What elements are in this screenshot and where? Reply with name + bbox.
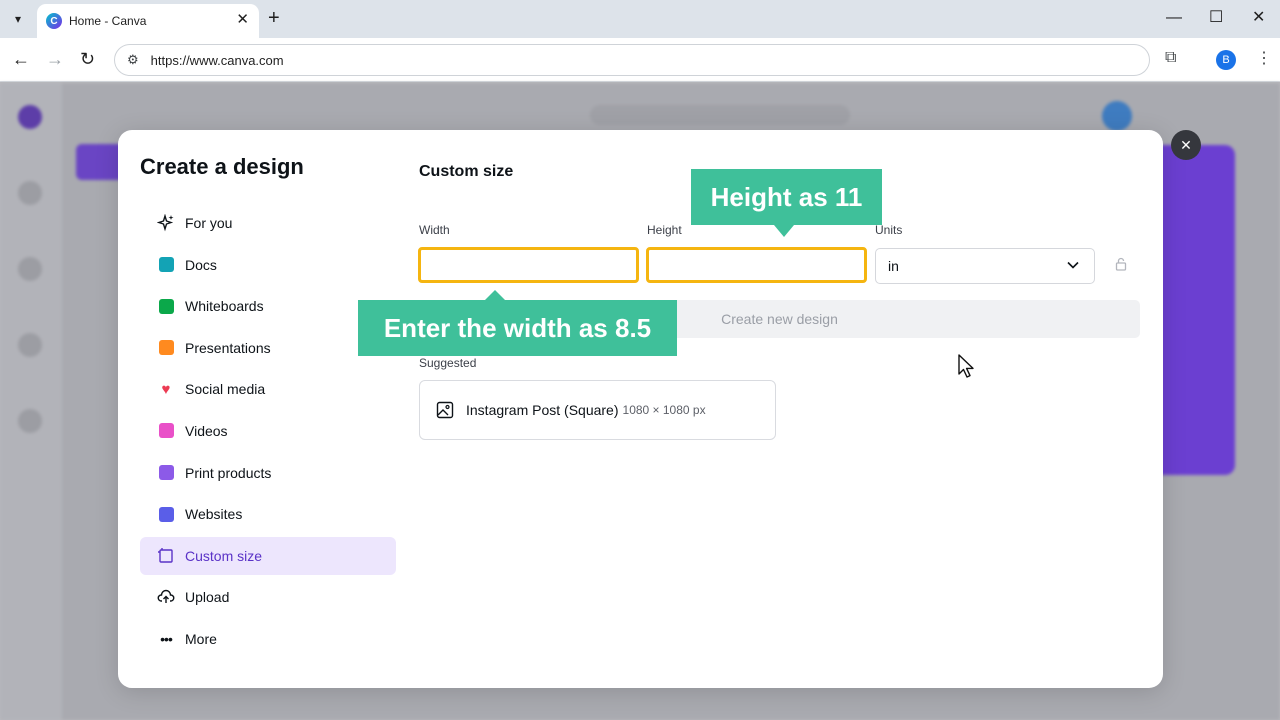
width-label: Width: [419, 223, 450, 237]
tab-close-icon[interactable]: ✕: [236, 12, 249, 28]
extensions-icon[interactable]: ⧉: [1165, 49, 1176, 67]
menu-label: Docs: [185, 256, 217, 273]
maximize-icon[interactable]: ☐: [1209, 9, 1223, 27]
background-banner: [1160, 145, 1235, 475]
menu-item-custom-size[interactable]: Custom size: [140, 536, 396, 575]
design-type-menu: For you Docs Whiteboards Presentations ♥…: [140, 204, 396, 662]
docs-icon: [157, 256, 175, 274]
minimize-icon[interactable]: —: [1166, 9, 1182, 27]
background-sidebar: [0, 83, 62, 720]
forward-icon[interactable]: →: [46, 48, 64, 70]
image-icon: [436, 401, 454, 419]
browser-tab-bar: ▾ C Home - Canva ✕ + — ☐ ✕: [0, 0, 1280, 38]
custom-size-icon: [157, 547, 175, 565]
tab-search-chevron-icon[interactable]: ▾: [7, 8, 29, 30]
menu-label: Whiteboards: [185, 298, 264, 315]
lock-icon[interactable]: [1115, 257, 1127, 274]
menu-label: Social media: [185, 381, 266, 398]
mouse-cursor-icon: [958, 354, 974, 378]
units-label: Units: [875, 223, 903, 237]
menu-item-docs[interactable]: Docs: [140, 246, 396, 284]
sparkle-icon: [157, 214, 175, 232]
profile-avatar[interactable]: B: [1216, 50, 1236, 70]
site-info-icon[interactable]: ⚙: [127, 52, 139, 68]
menu-label: More: [185, 630, 217, 647]
background-nav-icon: [18, 257, 42, 281]
more-icon: •••: [160, 630, 173, 647]
menu-label: Websites: [185, 506, 243, 523]
units-value: in: [888, 258, 899, 274]
canva-favicon-icon: C: [46, 13, 62, 29]
background-nav-icon: [18, 333, 42, 357]
menu-label: Videos: [185, 422, 228, 439]
width-callout: Enter the width as 8.5: [358, 290, 677, 356]
menu-label: For you: [185, 215, 233, 231]
background-create-icon: [18, 105, 42, 129]
menu-label: Print products: [185, 464, 272, 481]
width-input[interactable]: [418, 247, 639, 283]
height-callout: Height as 11: [691, 169, 882, 237]
background-nav-icon: [18, 409, 42, 433]
print-icon: [157, 464, 175, 482]
background-search: [590, 105, 850, 125]
heart-icon: ♥: [161, 380, 171, 398]
menu-label: Presentations: [185, 339, 271, 356]
reload-icon[interactable]: ↻: [80, 48, 95, 70]
tab-title: Home - Canva: [69, 14, 147, 28]
whiteboard-icon: [157, 297, 175, 315]
browser-toolbar: ← → ↻ ⚙ https://www.canva.com ⧉ B ⋮: [0, 38, 1280, 82]
website-icon: [157, 505, 175, 523]
menu-label: Upload: [185, 589, 230, 606]
create-design-modal: Create a design For you Docs Whiteboards…: [118, 130, 1163, 688]
background-nav-icon: [18, 181, 42, 205]
suggested-label: Suggested: [419, 356, 477, 370]
window-close-icon[interactable]: ✕: [1252, 9, 1265, 27]
menu-label: Custom size: [185, 547, 263, 564]
back-icon[interactable]: ←: [12, 48, 30, 70]
background-avatar: [1102, 101, 1132, 131]
height-input[interactable]: [646, 247, 867, 283]
chevron-down-icon: [1067, 261, 1079, 269]
address-bar[interactable]: ⚙ https://www.canva.com: [114, 44, 1150, 76]
menu-item-websites[interactable]: Websites: [140, 495, 396, 533]
height-label: Height: [647, 223, 682, 237]
units-select[interactable]: in: [875, 248, 1095, 284]
modal-title: Create a design: [140, 154, 304, 179]
suggestion-dimensions: 1080 × 1080 px: [622, 403, 706, 417]
menu-item-print-products[interactable]: Print products: [140, 454, 396, 492]
suggestion-name: Instagram Post (Square): [466, 402, 619, 418]
background-logo: [76, 103, 84, 133]
menu-item-upload[interactable]: Upload: [140, 578, 396, 616]
upload-icon: [157, 588, 175, 606]
modal-close-icon[interactable]: ✕: [1171, 130, 1201, 160]
browser-tab[interactable]: C Home - Canva ✕: [37, 4, 259, 38]
menu-item-more[interactable]: ••• More: [140, 620, 396, 658]
menu-item-social-media[interactable]: ♥ Social media: [140, 370, 396, 408]
new-tab-icon[interactable]: +: [268, 8, 280, 28]
suggestion-instagram-post[interactable]: Instagram Post (Square) 1080 × 1080 px: [419, 380, 776, 440]
presentation-icon: [157, 339, 175, 357]
menu-item-videos[interactable]: Videos: [140, 412, 396, 450]
custom-size-title: Custom size: [419, 163, 514, 180]
menu-item-for-you[interactable]: For you: [140, 204, 396, 242]
browser-menu-icon[interactable]: ⋮: [1256, 48, 1272, 68]
video-icon: [157, 422, 175, 440]
url-text[interactable]: https://www.canva.com: [151, 53, 284, 68]
